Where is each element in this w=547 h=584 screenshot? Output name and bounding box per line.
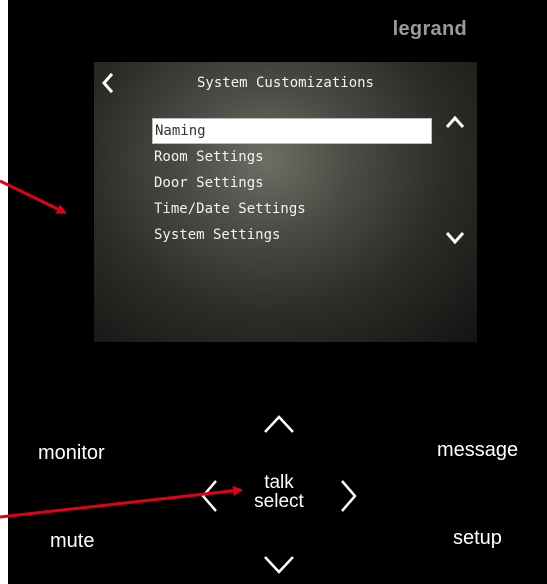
intercom-panel: legrand System Customizations Naming Roo… — [0, 0, 547, 584]
menu-item-time-date-settings[interactable]: Time/Date Settings — [152, 196, 432, 222]
setup-button[interactable]: setup — [453, 527, 502, 550]
brand-logo: legrand — [392, 18, 467, 40]
menu-item-door-settings[interactable]: Door Settings — [152, 170, 432, 196]
message-button[interactable]: message — [437, 439, 518, 462]
menu-item-system-settings[interactable]: System Settings — [152, 222, 432, 248]
scroll-down-icon[interactable] — [444, 230, 466, 246]
monitor-button[interactable]: monitor — [38, 442, 105, 465]
right-arrow-button[interactable] — [338, 478, 360, 514]
mute-button[interactable]: mute — [50, 530, 94, 553]
menu-item-naming[interactable]: Naming — [152, 118, 432, 144]
select-label: select — [254, 491, 304, 512]
menu-item-room-settings[interactable]: Room Settings — [152, 144, 432, 170]
scroll-up-icon[interactable] — [444, 114, 466, 130]
talk-label: talk — [264, 472, 294, 493]
settings-menu: Naming Room Settings Door Settings Time/… — [152, 118, 432, 248]
screen-title: System Customizations — [196, 75, 374, 91]
lcd-screen: System Customizations Naming Room Settin… — [94, 62, 477, 342]
down-arrow-button[interactable] — [262, 553, 296, 577]
left-arrow-button[interactable] — [198, 478, 220, 514]
left-margin — [0, 0, 8, 584]
up-arrow-button[interactable] — [262, 412, 296, 436]
talk-select-button[interactable]: talk select — [238, 473, 320, 523]
